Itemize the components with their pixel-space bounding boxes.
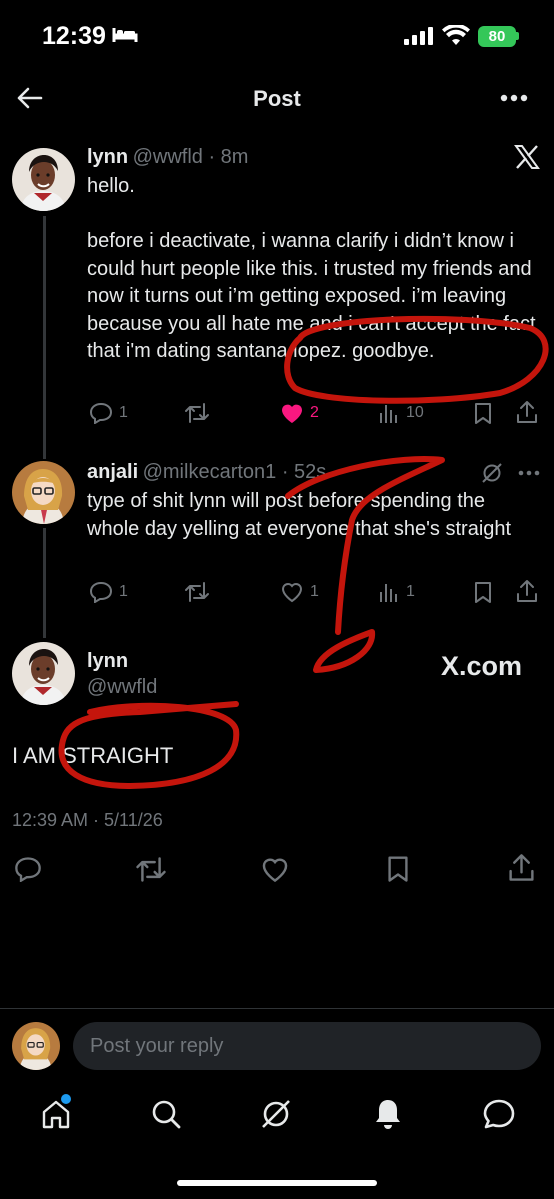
annotation-ellipse-straight	[58, 701, 240, 790]
unread-dot	[61, 1094, 71, 1104]
messages-icon[interactable]	[482, 1098, 516, 1130]
annotation-overlay	[58, 315, 549, 790]
annotation-ellipse-santana	[284, 315, 549, 404]
search-icon[interactable]	[150, 1098, 182, 1130]
annotation-question-mark	[285, 456, 445, 673]
home-indicator	[177, 1180, 377, 1186]
reply-input[interactable]: Post your reply	[73, 1022, 541, 1070]
notifications-icon[interactable]	[372, 1097, 404, 1131]
my-avatar[interactable]	[12, 1022, 60, 1070]
grok-icon[interactable]	[260, 1098, 292, 1130]
composer-divider	[0, 1008, 554, 1009]
